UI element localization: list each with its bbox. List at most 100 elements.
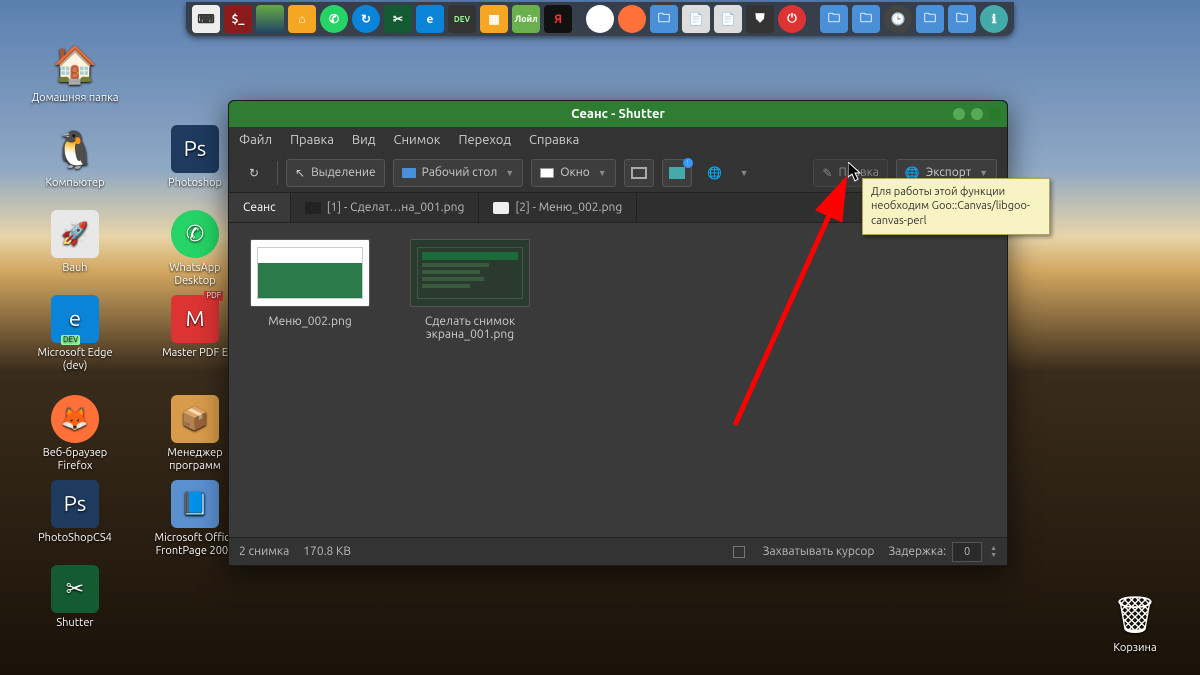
thumbnail-icon — [410, 239, 530, 307]
dock-item[interactable]: $_ — [224, 5, 252, 33]
web-button[interactable]: 🌐 — [700, 159, 730, 187]
tab-2[interactable]: [2] - Меню_002.png — [479, 193, 637, 222]
tab-session[interactable]: Сеанс — [229, 193, 291, 222]
dock-item[interactable]: ✂ — [384, 5, 412, 33]
chevron-down-icon: ▼ — [505, 168, 514, 178]
edit-icon: ✎ — [822, 166, 832, 180]
dock-item[interactable]: 🗀 — [948, 5, 976, 33]
thumbnail-item[interactable]: Меню_002.png — [245, 239, 375, 328]
menu-go[interactable]: Переход — [458, 133, 511, 147]
label: Bauh — [62, 262, 87, 274]
tooltip: Для работы этой функции необходим Goo::C… — [862, 178, 1050, 235]
delay-label: Задержка: — [888, 545, 946, 558]
dock-item[interactable] — [810, 5, 816, 33]
dock-item[interactable]: 🗀 — [820, 5, 848, 33]
menu-shot[interactable]: Снимок — [393, 133, 440, 147]
dock-item[interactable]: Лойл — [512, 5, 540, 33]
titlebar[interactable]: Сеанс - Shutter — [229, 101, 1007, 127]
dock-item[interactable]: ⌨ — [192, 5, 220, 33]
label: Домашняя папка — [31, 92, 118, 104]
menu-file[interactable]: Файл — [239, 133, 272, 147]
dock-item[interactable]: 📄 — [714, 5, 742, 33]
mouse-cursor — [848, 162, 862, 182]
thumbnail-icon — [250, 239, 370, 307]
thumbnail-caption: Сделать снимок экрана_001.png — [425, 315, 515, 341]
chevron-down-icon: ▼ — [979, 168, 988, 178]
menu-edit[interactable]: Правка — [290, 133, 334, 147]
window-icon — [540, 168, 554, 178]
dock-item[interactable]: ❤ — [586, 5, 614, 33]
maximize-button[interactable] — [971, 108, 983, 120]
capture-cursor-checkbox[interactable] — [733, 546, 745, 558]
dock-item[interactable]: 🗀 — [650, 5, 678, 33]
delay-stepper[interactable]: ▲▼ — [990, 545, 997, 559]
desktop-computer[interactable]: 🐧 Компьютер — [30, 125, 120, 190]
selection-button[interactable]: ↖ Выделение — [286, 159, 385, 187]
dock-item[interactable]: 📄 — [682, 5, 710, 33]
statusbar: 2 снимка 170.8 KB Захватывать курсор Зад… — [229, 537, 1007, 565]
capture-cursor-label: Захватывать курсор — [763, 545, 875, 558]
chevron-down-icon: ▼ — [598, 168, 607, 178]
chevron-down-icon[interactable]: ▼ — [740, 168, 749, 178]
fullscreen-button[interactable] — [624, 159, 654, 187]
desktop-masterpdf[interactable]: MPDF Master PDF E — [150, 295, 240, 360]
label: Master PDF E — [162, 347, 228, 359]
desktop-edge[interactable]: eDEV Microsoft Edge (dev) — [30, 295, 120, 373]
dock-item[interactable] — [618, 5, 646, 33]
desktop-icon-glyph — [402, 168, 416, 178]
dock-item[interactable]: 🕒 — [884, 5, 912, 33]
thumbnail-caption: Меню_002.png — [268, 315, 352, 328]
close-button[interactable] — [989, 108, 1001, 120]
content-area: Меню_002.png Сделать снимок экрана_001.p… — [229, 223, 1007, 537]
desktop-trash[interactable]: 🗑 Корзина — [1090, 590, 1180, 655]
label: Компьютер — [45, 177, 104, 189]
dock-item[interactable]: ▦ — [480, 5, 508, 33]
dock-item[interactable] — [256, 5, 284, 33]
dock-item[interactable] — [576, 5, 582, 33]
dock-item[interactable]: ⌂ — [288, 5, 316, 33]
dock-item[interactable]: ✆ — [320, 5, 348, 33]
cursor-icon: ↖ — [295, 166, 305, 180]
label: Веб-браузер Firefox — [43, 447, 108, 472]
tab-1[interactable]: [1] - Сделат…на_001.png — [291, 193, 480, 222]
desktop-photoshop[interactable]: Ps Photoshop — [150, 125, 240, 190]
desktop-pscs4[interactable]: Ps PhotoShopCS4 — [30, 480, 120, 545]
label: Shutter — [56, 617, 93, 629]
status-size: 170.8 KB — [303, 545, 351, 558]
redo-button[interactable]: ↻ — [239, 159, 269, 187]
menu-help[interactable]: Справка — [529, 133, 579, 147]
menu-capture-button[interactable]: ! — [662, 159, 692, 187]
thumbnail-item[interactable]: Сделать снимок экрана_001.png — [405, 239, 535, 341]
label: Microsoft Office FrontPage 2003 — [155, 532, 236, 557]
dock-item[interactable]: e — [416, 5, 444, 33]
desktop-frontpage[interactable]: 📘 Microsoft Office FrontPage 2003 — [150, 480, 240, 558]
desktop-whatsapp[interactable]: ✆ WhatsApp Desktop — [150, 210, 240, 288]
dock-item[interactable]: ⛊ — [746, 5, 774, 33]
dock-item[interactable]: 🗀 — [852, 5, 880, 33]
menu-view[interactable]: Вид — [352, 133, 376, 147]
menubar: Файл Правка Вид Снимок Переход Справка — [229, 127, 1007, 153]
dock-item[interactable]: 🗀 — [916, 5, 944, 33]
label: Microsoft Edge (dev) — [37, 347, 112, 372]
desktop-shutter[interactable]: ✂ Shutter — [30, 565, 120, 630]
desktop-firefox[interactable]: 🦊 Веб-браузер Firefox — [30, 395, 120, 473]
dock-item[interactable]: DEV — [448, 5, 476, 33]
dock-item[interactable]: ⏻ — [778, 5, 806, 33]
desktop-bauh[interactable]: 🚀 Bauh — [30, 210, 120, 275]
desktop-button[interactable]: Рабочий стол ▼ — [393, 159, 524, 187]
shutter-window: Сеанс - Shutter Файл Правка Вид Снимок П… — [228, 100, 1008, 566]
top-dock: ⌨ $_ ⌂ ✆ ↻ ✂ e DEV ▦ Лойл Я ❤ 🗀 📄 📄 ⛊ ⏻ … — [186, 2, 1014, 36]
dock-item[interactable]: ↻ — [352, 5, 380, 33]
minimize-button[interactable] — [953, 108, 965, 120]
label: Корзина — [1113, 642, 1156, 654]
desktop-home[interactable]: 🏠 Домашняя папка — [30, 40, 120, 105]
window-title: Сеанс - Shutter — [571, 107, 665, 121]
dock-item[interactable]: ℹ — [980, 5, 1008, 33]
window-button[interactable]: Окно ▼ — [531, 159, 615, 187]
delay-input[interactable]: 0 — [952, 542, 982, 562]
desktop-manager[interactable]: 📦 Менеджер программ — [150, 395, 240, 473]
dock-item[interactable]: Я — [544, 5, 572, 33]
label: Photoshop — [168, 177, 222, 189]
screen-icon — [631, 167, 647, 179]
label: Менеджер программ — [167, 447, 222, 472]
